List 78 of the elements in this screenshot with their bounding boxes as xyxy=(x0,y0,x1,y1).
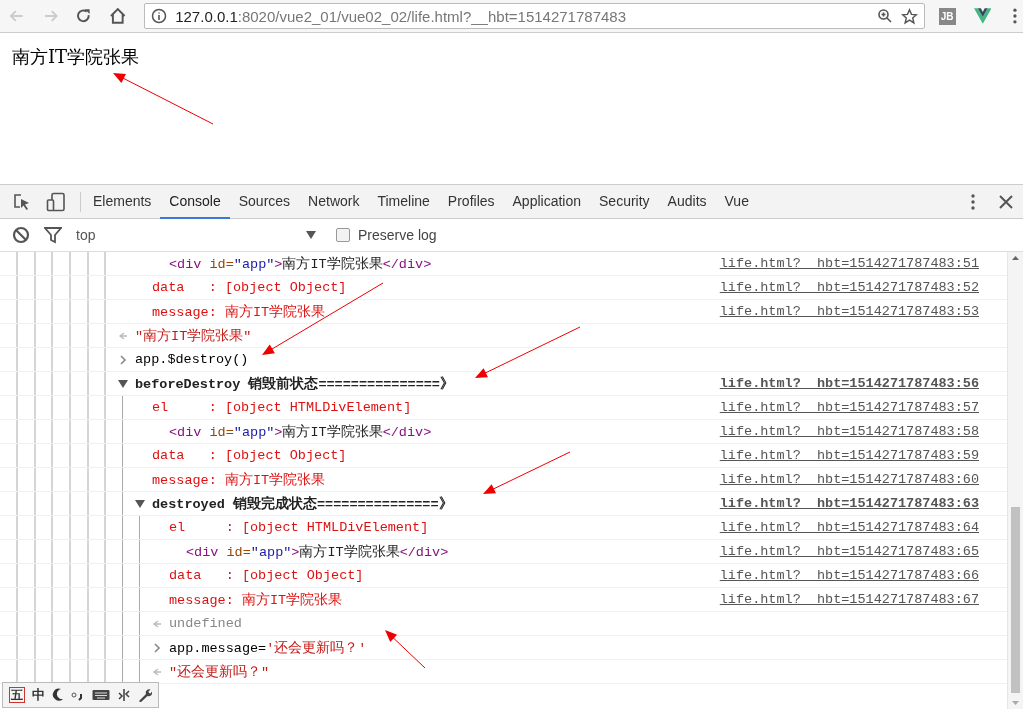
moon-icon[interactable] xyxy=(52,688,64,702)
console-command: app.$destroy() xyxy=(135,352,249,367)
prompt-icon xyxy=(152,642,162,653)
wrench-icon[interactable] xyxy=(138,688,152,702)
preserve-log-label[interactable]: Preserve log xyxy=(358,227,437,243)
source-link[interactable]: life.html?__hbt=1514271787483:66 xyxy=(719,568,979,583)
scrollbar[interactable] xyxy=(1007,252,1023,709)
group-title[interactable]: destroyed 销毁完成状态===============》 xyxy=(152,494,453,513)
result-arrow-icon xyxy=(118,330,128,341)
address-bar[interactable]: 127.0.0.1:8020/vue2_01/vue02_02/life.html?__hbt=1514271787483 xyxy=(144,3,925,29)
log-message: data : [object Object] xyxy=(169,568,364,583)
filter-icon[interactable] xyxy=(44,226,62,244)
devtools-tab[interactable]: Timeline xyxy=(368,185,439,219)
devtools-tab[interactable]: Sources xyxy=(229,185,300,219)
html-element-line[interactable]: <div id="app">南方IT学院张果</div> xyxy=(186,542,449,561)
menu-icon[interactable] xyxy=(1013,8,1017,24)
console-command: app.message='还会更新吗？' xyxy=(169,639,367,657)
result-value: undefined xyxy=(169,616,242,631)
extension-button[interactable]: JB xyxy=(938,7,956,25)
context-dropdown[interactable]: top xyxy=(76,227,316,243)
log-message: data : [object Object] xyxy=(152,280,347,295)
scrollbar-thumb[interactable] xyxy=(1011,507,1020,693)
log-message: message: 南方IT学院张果 xyxy=(152,471,326,489)
source-link[interactable]: life.html?__hbt=1514271787483:67 xyxy=(719,592,979,607)
log-message: data : [object Object] xyxy=(152,448,347,463)
source-link[interactable]: life.html?__hbt=1514271787483:58 xyxy=(719,424,979,439)
punctuation-icon[interactable] xyxy=(71,689,85,701)
device-toolbar-icon[interactable] xyxy=(46,191,66,212)
home-icon[interactable] xyxy=(108,7,127,25)
source-link[interactable]: life.html?__hbt=1514271787483:53 xyxy=(719,304,979,319)
devtools-tab[interactable]: Application xyxy=(503,185,591,219)
source-link[interactable]: life.html?__hbt=1514271787483:57 xyxy=(719,400,979,415)
source-link[interactable]: life.html?__hbt=1514271787483:64 xyxy=(719,520,979,535)
keyboard-icon[interactable] xyxy=(92,689,110,701)
close-icon[interactable] xyxy=(999,194,1013,209)
annotation-arrow xyxy=(385,630,426,669)
source-link[interactable]: life.html?__hbt=1514271787483:56 xyxy=(719,376,979,391)
clear-console-icon[interactable] xyxy=(12,226,30,244)
ime-language-button[interactable]: 中 xyxy=(32,686,45,704)
source-link[interactable]: life.html?__hbt=1514271787483:52 xyxy=(719,280,979,295)
star-icon[interactable] xyxy=(900,7,918,25)
source-link[interactable]: life.html?__hbt=1514271787483:60 xyxy=(719,472,979,487)
result-value: "南方IT学院张果" xyxy=(135,327,252,345)
group-title[interactable]: beforeDestroy 销毁前状态===============》 xyxy=(135,374,454,393)
url-text: 127.0.0.1:8020/vue2_01/vue02_02/life.html?__hbt=1514271787483 xyxy=(175,7,626,25)
devtools-tab[interactable]: Vue xyxy=(715,185,758,219)
devtools-tab[interactable]: Profiles xyxy=(438,185,504,219)
devtools-tab[interactable]: Audits xyxy=(658,185,716,219)
log-message: el : [object HTMLDivElement] xyxy=(169,520,429,535)
log-message: el : [object HTMLDivElement] xyxy=(152,400,412,415)
dropdown-caret-icon xyxy=(306,231,316,239)
html-element-line[interactable]: <div id="app">南方IT学院张果</div> xyxy=(169,422,432,441)
log-message: message: 南方IT学院张果 xyxy=(169,591,343,609)
info-icon[interactable] xyxy=(151,8,168,24)
ime-mode-button[interactable]: 五 xyxy=(9,687,25,703)
result-arrow-icon xyxy=(152,618,162,629)
source-link[interactable]: life.html?__hbt=1514271787483:63 xyxy=(719,496,979,511)
source-link[interactable]: life.html?__hbt=1514271787483:51 xyxy=(719,256,979,271)
devtools-tab[interactable]: Console xyxy=(160,185,230,219)
result-arrow-icon xyxy=(152,666,162,677)
log-message: message: 南方IT学院张果 xyxy=(152,303,326,321)
page-text: 南方IT学院张果 xyxy=(12,46,140,67)
split-icon[interactable] xyxy=(117,688,131,702)
more-options-icon[interactable] xyxy=(971,193,975,210)
preserve-log-checkbox[interactable] xyxy=(336,228,350,242)
devtools-tab[interactable]: Network xyxy=(299,185,369,219)
html-element-line[interactable]: <div id="app">南方IT学院张果</div> xyxy=(169,254,432,273)
prompt-icon xyxy=(118,354,128,365)
result-value: "还会更新吗？" xyxy=(169,663,270,681)
zoom-icon[interactable] xyxy=(876,8,893,24)
source-link[interactable]: life.html?__hbt=1514271787483:65 xyxy=(719,544,979,559)
expand-triangle-icon[interactable] xyxy=(118,378,128,389)
vue-logo-icon[interactable] xyxy=(973,8,992,24)
reload-icon[interactable] xyxy=(75,7,93,25)
expand-triangle-icon[interactable] xyxy=(135,498,145,509)
devtools-tab[interactable]: Security xyxy=(590,185,659,219)
source-link[interactable]: life.html?__hbt=1514271787483:59 xyxy=(719,448,979,463)
devtools-tab[interactable]: Elements xyxy=(84,185,161,219)
